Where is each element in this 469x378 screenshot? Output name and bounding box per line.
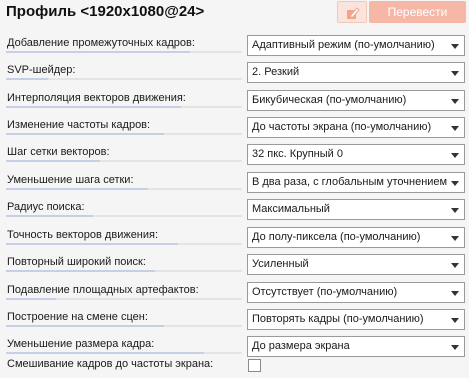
settings-row: Построение на смене сцен: Повторять кадры…: [0, 309, 469, 336]
settings-row: Интерполяция векторов движения: Бикубичес…: [0, 90, 469, 117]
chevron-down-icon: [451, 318, 459, 323]
settings-row: Подавление площадных артефактов: Отсутств…: [0, 282, 469, 309]
chevron-down-icon: [451, 263, 459, 268]
setting-dropdown[interactable]: 2. Резкий: [247, 62, 465, 83]
chevron-down-icon: [451, 99, 459, 104]
header: Профиль <1920x1080@24> Перевести: [0, 0, 469, 28]
setting-level-bar: [6, 298, 242, 300]
setting-label: Уменьшение шага сетки:: [7, 174, 134, 186]
settings-row: Изменение частоты кадров: До частоты экра…: [0, 117, 469, 144]
setting-level-bar: [6, 243, 242, 245]
settings-row: Повторный широкий поиск: Усиленный: [0, 254, 469, 281]
setting-dropdown[interactable]: До размера экрана: [247, 336, 465, 357]
settings-row: Точность векторов движения: До полу-пиксе…: [0, 227, 469, 254]
dropdown-value: Повторять кадры (по-умолчанию): [252, 313, 424, 325]
chevron-down-icon: [451, 153, 459, 158]
setting-dropdown[interactable]: Максимальный: [247, 199, 465, 220]
edit-icon: [347, 7, 360, 19]
setting-dropdown[interactable]: Адаптивный режим (по-умолчанию): [247, 35, 465, 56]
setting-level-bar: [6, 325, 242, 327]
setting-level-fill: [6, 270, 155, 272]
dropdown-value: До частоты экрана (по-умолчанию): [252, 121, 432, 133]
setting-level-bar: [6, 78, 242, 80]
setting-level-fill: [6, 78, 49, 80]
setting-label: Смешивание кадров до частоты экрана:: [7, 358, 214, 370]
dropdown-value: Усиленный: [252, 258, 309, 270]
setting-level-fill: [6, 325, 165, 327]
setting-level-fill: [6, 215, 94, 217]
dropdown-value: В два раза, с глобальным уточнением: [252, 176, 448, 188]
setting-dropdown[interactable]: Повторять кадры (по-умолчанию): [247, 309, 465, 330]
chevron-down-icon: [451, 208, 459, 213]
settings-row: Шаг сетки векторов: 32 пкс. Крупный 0: [0, 144, 469, 171]
setting-level-fill: [6, 352, 205, 354]
settings-row: Радиус поиска: Максимальный: [0, 199, 469, 226]
setting-label: Подавление площадных артефактов:: [7, 284, 199, 296]
setting-label: Радиус поиска:: [7, 201, 85, 213]
blend-frames-checkbox[interactable]: [248, 359, 261, 372]
edit-button[interactable]: [337, 1, 367, 23]
chevron-down-icon: [451, 71, 459, 76]
setting-level-fill: [6, 106, 181, 108]
settings-row-checkbox: Смешивание кадров до частоты экрана:: [0, 356, 469, 378]
setting-dropdown[interactable]: Усиленный: [247, 254, 465, 275]
setting-level-bar: [6, 215, 242, 217]
setting-level-fill: [6, 133, 165, 135]
dropdown-value: Максимальный: [252, 203, 330, 215]
settings-row: Добавление промежуточных кадров: Адаптивн…: [0, 35, 469, 62]
setting-label: SVP-шейдер:: [7, 64, 76, 76]
chevron-down-icon: [451, 236, 459, 241]
setting-label: Построение на смене сцен:: [7, 311, 148, 323]
setting-dropdown[interactable]: Бикубическая (по-умолчанию): [247, 90, 465, 111]
setting-label: Интерполяция векторов движения:: [7, 92, 186, 104]
setting-dropdown[interactable]: Отсутствует (по-умолчанию): [247, 282, 465, 303]
setting-level-fill: [6, 298, 56, 300]
chevron-down-icon: [451, 181, 459, 186]
setting-level-fill: [6, 243, 179, 245]
setting-level-bar: [6, 160, 242, 162]
setting-label: Шаг сетки векторов:: [7, 146, 110, 158]
chevron-down-icon: [451, 126, 459, 131]
dropdown-value: До размера экрана: [252, 340, 350, 352]
setting-level-bar: [6, 133, 242, 135]
setting-level-bar: [6, 188, 242, 190]
dropdown-value: 32 пкс. Крупный 0: [252, 148, 343, 160]
chevron-down-icon: [451, 44, 459, 49]
setting-level-fill: [6, 188, 148, 190]
page-title: Профиль <1920x1080@24>: [6, 3, 205, 20]
setting-level-bar: [6, 270, 242, 272]
setting-label: Повторный широкий поиск:: [7, 256, 146, 268]
setting-level-fill: [6, 160, 101, 162]
setting-label: Точность векторов движения:: [7, 229, 159, 241]
setting-level-fill: [6, 51, 191, 53]
setting-dropdown[interactable]: 32 пкс. Крупный 0: [247, 144, 465, 165]
chevron-down-icon: [451, 345, 459, 350]
dropdown-value: Отсутствует (по-умолчанию): [252, 286, 398, 298]
setting-label: Изменение частоты кадров:: [7, 119, 151, 131]
setting-label: Добавление промежуточных кадров:: [7, 37, 195, 49]
dropdown-value: Адаптивный режим (по-умолчанию): [252, 39, 435, 51]
translate-button[interactable]: Перевести: [369, 1, 466, 23]
setting-level-bar: [6, 352, 242, 354]
setting-level-bar: [6, 106, 242, 108]
setting-level-bar: [6, 51, 242, 53]
setting-dropdown[interactable]: До частоты экрана (по-умолчанию): [247, 117, 465, 138]
setting-dropdown[interactable]: До полу-пиксела (по-умолчанию): [247, 227, 465, 248]
settings-row: SVP-шейдер: 2. Резкий: [0, 62, 469, 89]
setting-dropdown[interactable]: В два раза, с глобальным уточнением: [247, 172, 465, 193]
chevron-down-icon: [451, 291, 459, 296]
dropdown-value: 2. Резкий: [252, 66, 300, 78]
dropdown-value: До полу-пиксела (по-умолчанию): [252, 231, 421, 243]
settings-row: Уменьшение шага сетки: В два раза, с глоб…: [0, 172, 469, 199]
dropdown-value: Бикубическая (по-умолчанию): [252, 94, 407, 106]
setting-label: Уменьшение размера кадра:: [7, 338, 155, 350]
